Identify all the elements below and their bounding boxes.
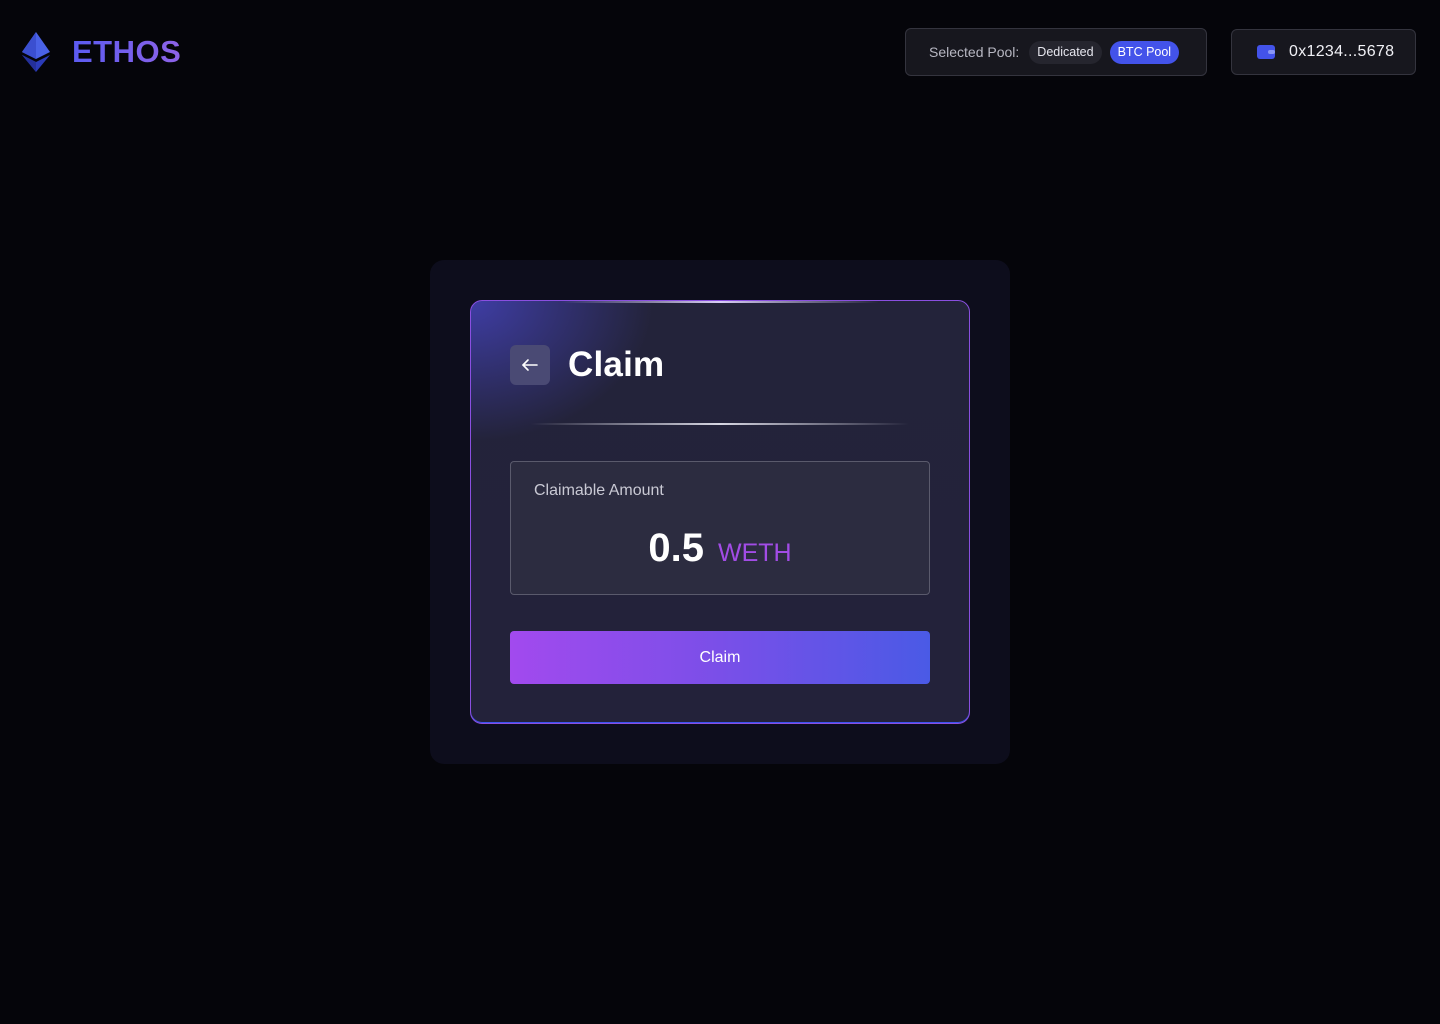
wallet-address: 0x1234...5678 [1289,43,1395,60]
divider [531,423,909,425]
claimable-amount-value: 0.5 [648,526,704,570]
card-header: Claim [510,345,664,385]
claim-button[interactable]: Claim [510,631,930,684]
back-button[interactable] [510,345,550,385]
pool-option-btc-pool[interactable]: BTC Pool [1109,40,1180,64]
claimable-amount-box: Claimable Amount 0.5 WETH [510,461,930,595]
pool-label: Selected Pool: [929,44,1020,60]
pool-option-dedicated[interactable]: Dedicated [1029,40,1102,64]
claim-card: Claim Claimable Amount 0.5 WETH Claim [470,300,970,724]
arrow-left-icon [522,359,538,371]
claim-panel: Claim Claimable Amount 0.5 WETH Claim [430,260,1010,764]
brand-logo[interactable]: ETHOS [22,32,181,72]
wallet-icon [1257,45,1275,59]
app-root: ETHOS Selected Pool: Dedicated BTC Pool … [0,0,1440,1024]
brand-name: ETHOS [72,34,182,69]
claimable-amount-label: Claimable Amount [534,482,664,499]
token-symbol: WETH [718,539,792,567]
page-title: Claim [568,345,665,384]
wallet-button[interactable]: 0x1234...5678 [1231,29,1416,75]
pool-selector: Selected Pool: Dedicated BTC Pool [905,28,1207,76]
amount-row: 0.5 WETH [511,526,929,571]
ethereum-diamond-icon [22,32,50,72]
